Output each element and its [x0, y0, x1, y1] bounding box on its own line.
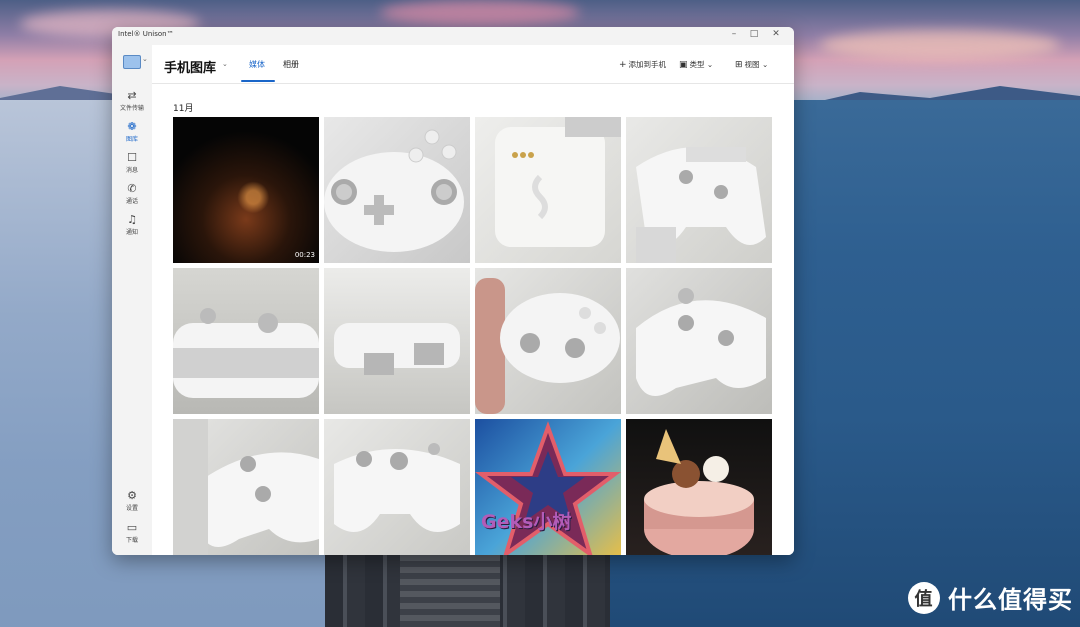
phone-icon: ✆	[127, 182, 137, 195]
view-button[interactable]: ⊞ 视图 ⌄	[735, 59, 768, 70]
type-filter-label: 类型	[689, 60, 705, 69]
sidebar-item-label: 下载	[125, 537, 138, 544]
controller-image	[173, 419, 319, 555]
media-thumbnail[interactable]	[475, 268, 621, 414]
view-label: 视图	[744, 60, 760, 69]
sidebar-item-label: 图库	[125, 136, 138, 143]
media-thumbnail[interactable]	[324, 419, 470, 555]
media-thumbnail[interactable]	[475, 117, 621, 263]
title-bar[interactable]: Intel® Unison™ – □ ✕	[112, 27, 794, 45]
pier-walkway	[400, 555, 500, 627]
grid-icon: ⊞	[735, 60, 743, 70]
media-thumbnail[interactable]	[173, 268, 319, 414]
star-poster-image	[475, 421, 621, 555]
chevron-down-icon: ⌄	[761, 60, 769, 69]
controller-image	[495, 117, 621, 247]
media-thumbnail[interactable]	[626, 268, 772, 414]
image-icon: ▣	[679, 60, 688, 70]
chevron-down-icon[interactable]: ⌄	[222, 60, 228, 68]
folder-icon: ▭	[126, 521, 138, 534]
app-title: Intel® Unison™	[118, 30, 174, 38]
device-icon[interactable]	[123, 55, 141, 69]
sidebar-item-gallery[interactable]: ❁ 图库	[112, 120, 152, 148]
sidebar-item-downloads[interactable]: ▭ 下载	[112, 521, 152, 549]
minimize-button[interactable]: –	[724, 29, 744, 39]
media-thumbnail[interactable]	[626, 117, 772, 263]
watermark-text: 什么值得买	[948, 586, 1073, 614]
sidebar-item-calls[interactable]: ✆ 通话	[112, 182, 152, 210]
controller-image	[334, 323, 460, 375]
media-thumbnail[interactable]	[626, 419, 772, 555]
add-to-phone-label: 添加到手机	[628, 60, 667, 69]
poster-text: Geks小树	[481, 511, 572, 533]
controller-image	[173, 308, 319, 398]
media-thumbnail[interactable]	[324, 117, 470, 263]
maximize-button[interactable]: □	[744, 29, 764, 39]
sidebar-item-label: 消息	[125, 167, 138, 174]
chevron-down-icon: ⌄	[706, 60, 714, 69]
controller-image	[324, 129, 464, 252]
controller-image	[334, 443, 460, 532]
media-thumbnail[interactable]: 00:23	[173, 117, 319, 263]
gallery-icon: ❁	[127, 120, 137, 133]
type-filter-button[interactable]: ▣ 类型 ⌄	[679, 59, 713, 70]
add-to-phone-button[interactable]: + 添加到手机	[619, 59, 666, 70]
watermark: 值 什么值得买	[908, 580, 1073, 615]
sidebar-item-label: 文件传输	[119, 105, 144, 112]
close-button[interactable]: ✕	[766, 29, 786, 39]
controller-image	[475, 278, 620, 414]
gear-icon: ⚙	[127, 489, 137, 502]
cloud	[380, 0, 580, 26]
transfer-icon: ⇄	[127, 89, 137, 102]
watermark-logo: 值	[908, 581, 940, 614]
sidebar-item-notifications[interactable]: ♫ 通知	[112, 213, 152, 241]
media-thumbnail[interactable]	[173, 419, 319, 555]
sidebar-item-label: 设置	[125, 505, 138, 512]
plus-icon: +	[619, 60, 627, 70]
cake-image	[644, 429, 754, 555]
controller-image	[636, 147, 766, 263]
chevron-down-icon[interactable]: ⌄	[142, 55, 148, 63]
sidebar-item-transfer[interactable]: ⇄ 文件传输	[112, 89, 152, 117]
tab-albums[interactable]: 相册	[283, 59, 299, 70]
tab-media[interactable]: 媒体	[249, 59, 265, 70]
bell-icon: ♫	[127, 213, 137, 226]
page-title[interactable]: 手机图库	[164, 57, 216, 76]
message-icon: ☐	[127, 151, 137, 164]
sidebar-item-label: 通知	[125, 229, 138, 236]
media-thumbnail[interactable]	[324, 268, 470, 414]
photo-grid: 00:23 Geks小树	[173, 117, 773, 555]
header: 手机图库 ⌄ 媒体 相册 + 添加到手机 ▣ 类型 ⌄ ⊞ 视图 ⌄	[152, 45, 794, 84]
app-window: Intel® Unison™ – □ ✕ ⌄ ⇄ 文件传输 ❁ 图库 ☐ 消息 …	[112, 27, 794, 555]
controller-image	[636, 288, 766, 396]
campfire-glow	[173, 117, 319, 263]
media-thumbnail[interactable]: Geks小树	[475, 419, 621, 555]
sidebar-item-messages[interactable]: ☐ 消息	[112, 151, 152, 179]
cloud	[820, 30, 1060, 60]
sidebar-item-label: 通话	[125, 198, 138, 205]
sidebar-item-settings[interactable]: ⚙ 设置	[112, 489, 152, 517]
active-tab-indicator	[241, 80, 275, 82]
sidebar: ⌄ ⇄ 文件传输 ❁ 图库 ☐ 消息 ✆ 通话 ♫ 通知 ⚙ 设置 ▭ 下载	[112, 45, 152, 555]
main-content: 手机图库 ⌄ 媒体 相册 + 添加到手机 ▣ 类型 ⌄ ⊞ 视图 ⌄ 11月 00:2…	[152, 45, 794, 555]
month-heading: 11月	[173, 104, 194, 114]
video-duration: 00:23	[294, 251, 315, 259]
